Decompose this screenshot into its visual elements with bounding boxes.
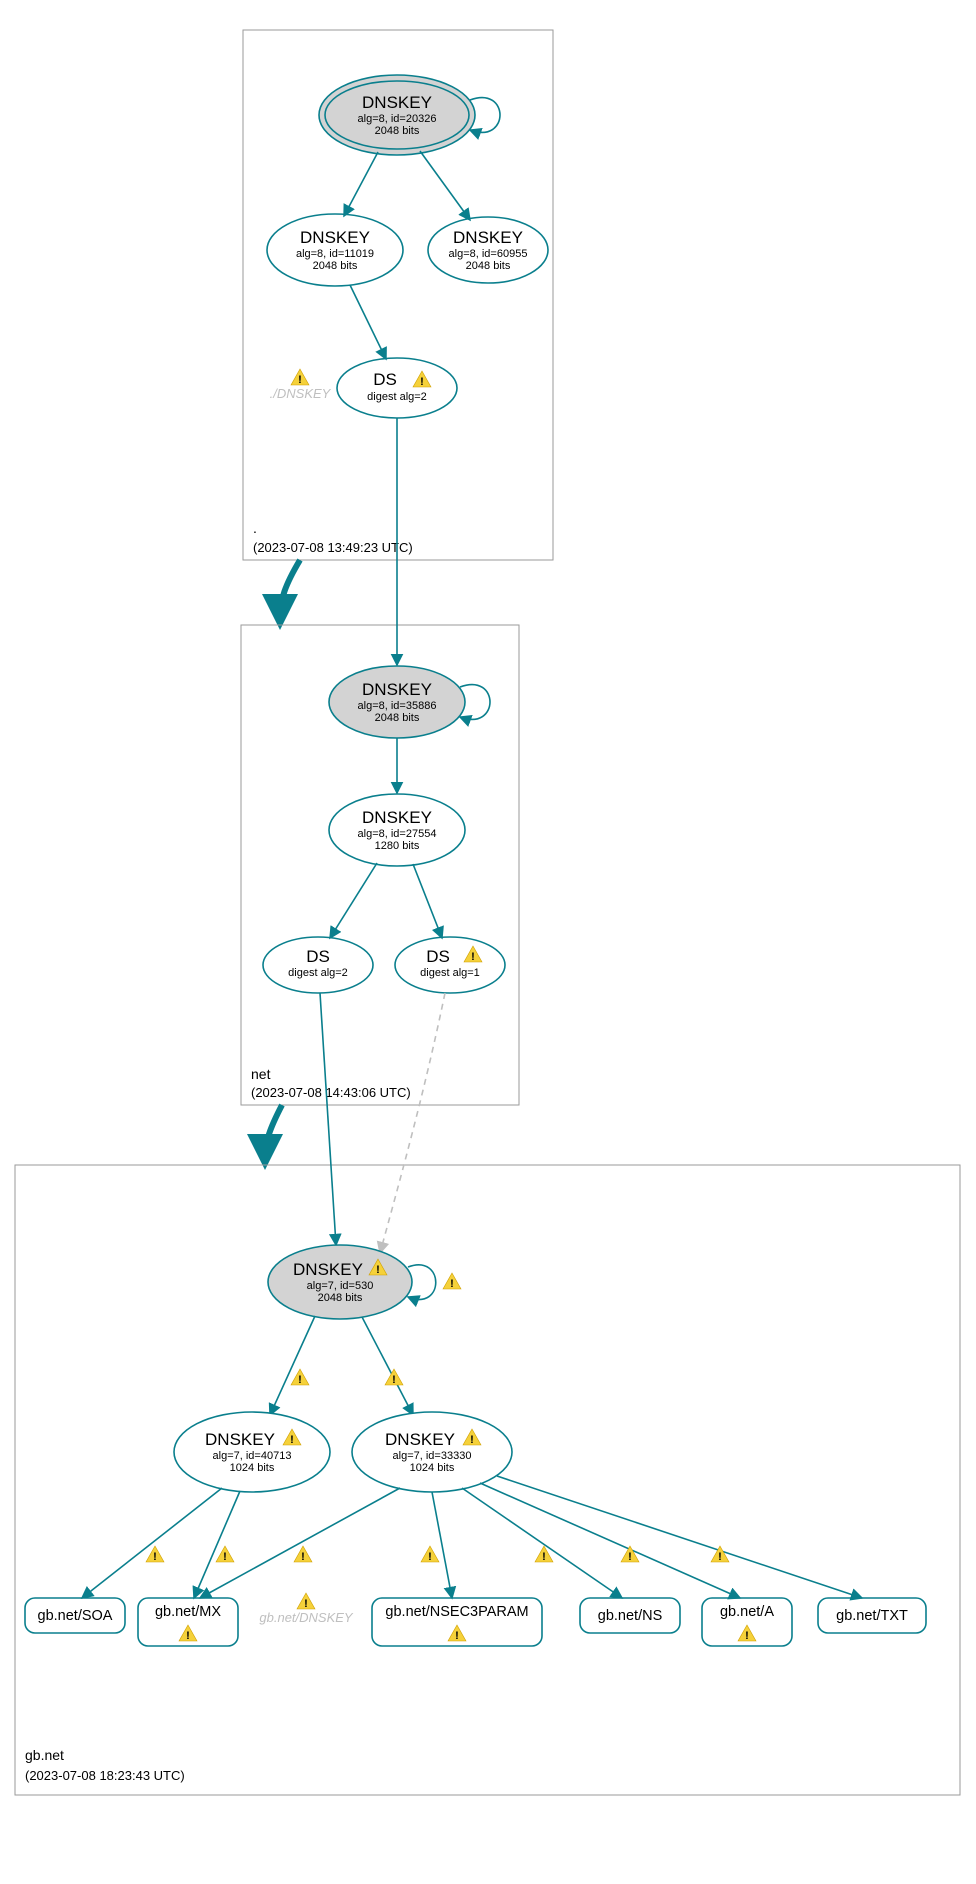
edge-rksk-rzsk2 bbox=[420, 151, 470, 220]
svg-text:2048 bits: 2048 bits bbox=[466, 260, 511, 272]
svg-text:gb.net/A: gb.net/A bbox=[720, 1604, 774, 1620]
svg-text:alg=8, id=35886: alg=8, id=35886 bbox=[358, 700, 437, 712]
zone-root-timestamp: (2023-07-08 13:49:23 UTC) bbox=[253, 540, 413, 555]
svg-text:DS: DS bbox=[373, 370, 397, 389]
svg-text:DNSKEY: DNSKEY bbox=[293, 1260, 363, 1279]
svg-text:alg=8, id=20326: alg=8, id=20326 bbox=[358, 113, 437, 125]
edge-gzsk1-mx bbox=[194, 1491, 240, 1598]
svg-text:alg=8, id=60955: alg=8, id=60955 bbox=[449, 248, 528, 260]
zone-net: net (2023-07-08 14:43:06 UTC) DNSKEY alg… bbox=[241, 418, 519, 1105]
edge-nzsk-nds2 bbox=[413, 864, 442, 938]
gbnet-zsk1-node: DNSKEY alg=7, id=40713 1024 bits bbox=[174, 1412, 330, 1492]
svg-text:alg=7, id=33330: alg=7, id=33330 bbox=[393, 1450, 472, 1462]
edge-gzsk2-nsec bbox=[432, 1492, 452, 1598]
svg-text:alg=8, id=27554: alg=8, id=27554 bbox=[358, 828, 437, 840]
svg-text:1024 bits: 1024 bits bbox=[230, 1462, 275, 1474]
edge-zone-net-to-gbnet bbox=[265, 1105, 282, 1158]
warning-icon bbox=[291, 369, 309, 386]
svg-text:1280 bits: 1280 bits bbox=[375, 840, 420, 852]
edge-gksk-gzsk2 bbox=[362, 1317, 413, 1415]
root-ghost-dnskey: ./DNSKEY bbox=[270, 386, 332, 401]
zone-net-timestamp: (2023-07-08 14:43:06 UTC) bbox=[251, 1085, 411, 1100]
svg-text:DS: DS bbox=[426, 947, 450, 966]
net-ds2-node: DS digest alg=1 bbox=[395, 937, 505, 993]
svg-text:1024 bits: 1024 bits bbox=[410, 1462, 455, 1474]
warning-icon bbox=[291, 1369, 309, 1386]
edge-gzsk2-a bbox=[480, 1483, 740, 1598]
edge-rksk-rzsk1 bbox=[344, 152, 378, 216]
svg-text:gb.net/TXT: gb.net/TXT bbox=[836, 1608, 908, 1624]
warning-icon bbox=[621, 1546, 639, 1563]
root-zsk1-node: DNSKEY alg=8, id=11019 2048 bits bbox=[267, 214, 403, 286]
rr-soa: gb.net/SOA bbox=[25, 1598, 125, 1633]
net-ds1-node: DS digest alg=2 bbox=[263, 937, 373, 993]
root-zsk2-node: DNSKEY alg=8, id=60955 2048 bits bbox=[428, 217, 548, 283]
edge-nzsk-nds1 bbox=[330, 863, 377, 938]
zone-gbnet: gb.net (2023-07-08 18:23:43 UTC) DNSKEY … bbox=[15, 993, 960, 1795]
svg-text:digest alg=1: digest alg=1 bbox=[420, 967, 480, 979]
svg-text:2048 bits: 2048 bits bbox=[375, 125, 420, 137]
gbnet-ghost-dnskey: gb.net/DNSKEY bbox=[259, 1610, 354, 1625]
rr-nsec3param: gb.net/NSEC3PARAM bbox=[372, 1598, 542, 1646]
svg-text:alg=8, id=11019: alg=8, id=11019 bbox=[296, 248, 374, 260]
svg-text:gb.net/MX: gb.net/MX bbox=[155, 1604, 221, 1620]
rr-ns: gb.net/NS bbox=[580, 1598, 680, 1633]
svg-text:alg=7, id=40713: alg=7, id=40713 bbox=[213, 1450, 292, 1462]
zone-gbnet-timestamp: (2023-07-08 18:23:43 UTC) bbox=[25, 1768, 185, 1783]
edge-gzsk2-txt bbox=[497, 1476, 862, 1598]
warning-icon bbox=[448, 1625, 466, 1642]
rr-mx: gb.net/MX bbox=[138, 1598, 238, 1646]
edge-gzsk2-mx bbox=[200, 1488, 400, 1598]
warning-icon bbox=[443, 1273, 461, 1290]
warning-icon bbox=[294, 1546, 312, 1563]
net-zsk-node: DNSKEY alg=8, id=27554 1280 bits bbox=[329, 794, 465, 866]
edge-rzsk1-rds bbox=[350, 285, 386, 359]
edge-nds2-gksk-dashed bbox=[380, 993, 445, 1253]
root-ksk-node: DNSKEY alg=8, id=20326 2048 bits bbox=[319, 75, 475, 155]
gbnet-zsk2-node: DNSKEY alg=7, id=33330 1024 bits bbox=[352, 1412, 512, 1492]
svg-text:DNSKEY: DNSKEY bbox=[453, 228, 523, 247]
svg-text:DNSKEY: DNSKEY bbox=[385, 1430, 455, 1449]
zone-gbnet-name: gb.net bbox=[25, 1747, 64, 1763]
rr-a: gb.net/A bbox=[702, 1598, 792, 1646]
root-ds-node: DS digest alg=2 bbox=[337, 358, 457, 418]
svg-text:2048 bits: 2048 bits bbox=[318, 1292, 363, 1304]
warning-icon bbox=[297, 1593, 315, 1610]
svg-text:2048 bits: 2048 bits bbox=[375, 712, 420, 724]
rr-txt: gb.net/TXT bbox=[818, 1598, 926, 1633]
zone-net-name: net bbox=[251, 1066, 271, 1082]
svg-text:digest alg=2: digest alg=2 bbox=[367, 391, 427, 403]
svg-text:DNSKEY: DNSKEY bbox=[362, 808, 432, 827]
gbnet-ksk-node: DNSKEY alg=7, id=530 2048 bits bbox=[268, 1245, 412, 1319]
warning-icon bbox=[216, 1546, 234, 1563]
svg-text:DNSKEY: DNSKEY bbox=[300, 228, 370, 247]
warning-icon bbox=[738, 1625, 756, 1642]
edge-nds1-gksk bbox=[320, 993, 336, 1245]
edge-gzsk2-ns bbox=[462, 1488, 622, 1598]
edge-gksk-gzsk1 bbox=[270, 1316, 315, 1415]
svg-text:DNSKEY: DNSKEY bbox=[362, 93, 432, 112]
svg-text:2048 bits: 2048 bits bbox=[313, 260, 358, 272]
warning-icon bbox=[179, 1625, 197, 1642]
svg-text:alg=7, id=530: alg=7, id=530 bbox=[307, 1280, 374, 1292]
svg-text:DS: DS bbox=[306, 947, 330, 966]
svg-text:digest alg=2: digest alg=2 bbox=[288, 967, 348, 979]
warning-icon bbox=[385, 1369, 403, 1386]
dnssec-graph: ! . (2023-07-08 13:49:23 UTC) DNSKEY alg… bbox=[0, 0, 976, 1884]
net-ksk-node: DNSKEY alg=8, id=35886 2048 bits bbox=[329, 666, 465, 738]
svg-text:gb.net/NS: gb.net/NS bbox=[598, 1608, 663, 1624]
zone-root-name: . bbox=[253, 520, 257, 536]
warning-icon bbox=[146, 1546, 164, 1563]
zone-root: . (2023-07-08 13:49:23 UTC) DNSKEY alg=8… bbox=[243, 30, 553, 560]
svg-text:DNSKEY: DNSKEY bbox=[362, 680, 432, 699]
edge-zone-root-to-net bbox=[280, 560, 300, 618]
svg-text:gb.net/NSEC3PARAM: gb.net/NSEC3PARAM bbox=[385, 1604, 528, 1620]
svg-text:DNSKEY: DNSKEY bbox=[205, 1430, 275, 1449]
warning-icon bbox=[421, 1546, 439, 1563]
svg-text:gb.net/SOA: gb.net/SOA bbox=[38, 1608, 113, 1624]
